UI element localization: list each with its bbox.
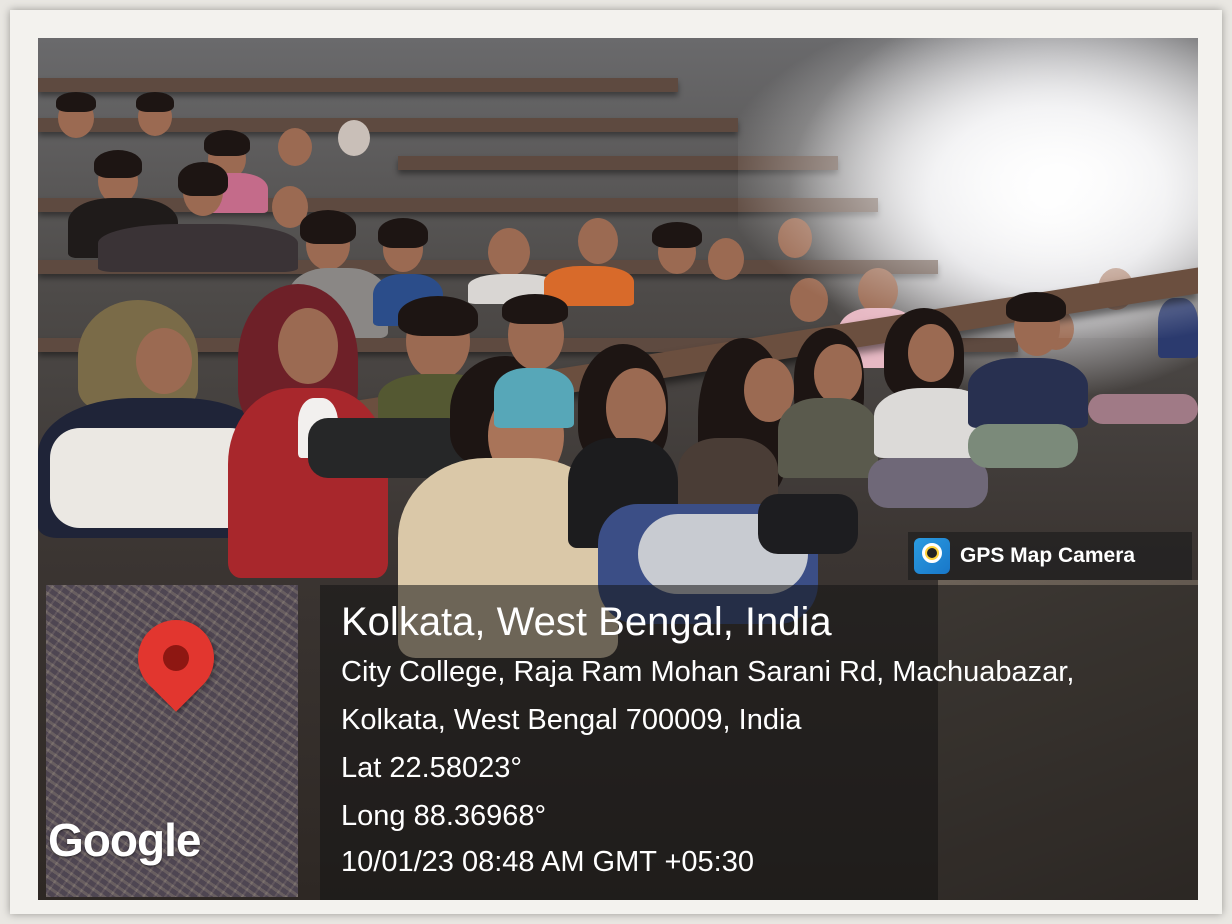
google-watermark: Google — [48, 814, 201, 866]
map-thumbnail: Google — [46, 585, 298, 897]
gps-map-camera-icon — [914, 538, 950, 574]
location-title: Kolkata, West Bengal, India — [341, 600, 832, 644]
address-line-1: City College, Raja Ram Mohan Sarani Rd, … — [341, 656, 1075, 688]
address-line-2: Kolkata, West Bengal 700009, India — [341, 704, 802, 736]
longitude: Long 88.36968° — [341, 800, 547, 832]
datetime: 10/01/23 08:48 AM GMT +05:30 — [341, 846, 754, 878]
map-pin-icon — [122, 604, 230, 712]
latitude: Lat 22.58023° — [341, 752, 522, 784]
map-pin-dot — [157, 639, 195, 677]
badge-label: GPS Map Camera — [960, 544, 1136, 567]
seat-tier — [38, 78, 678, 92]
gps-map-camera-badge: GPS Map Camera — [908, 532, 1192, 580]
